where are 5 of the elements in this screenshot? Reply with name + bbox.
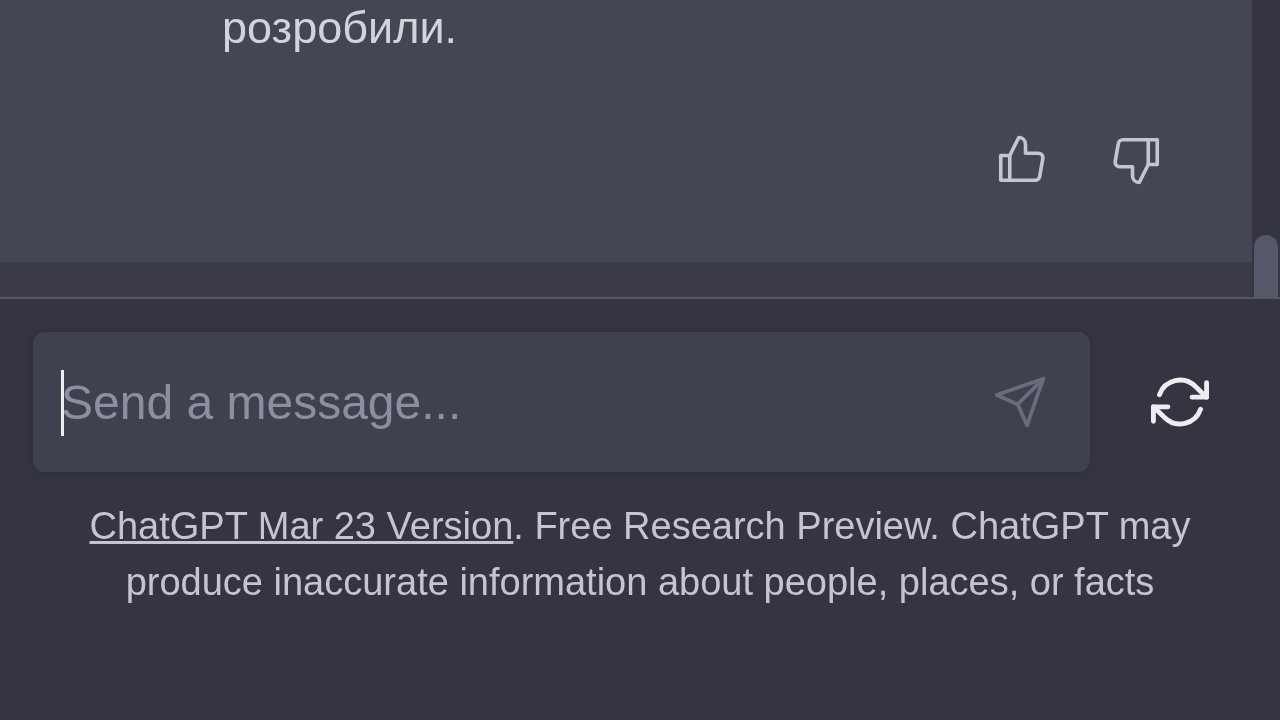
scrollbar-thumb[interactable] <box>1254 235 1278 297</box>
message-input[interactable]: Send a message... <box>33 332 1090 472</box>
version-link[interactable]: ChatGPT Mar 23 Version <box>89 505 514 547</box>
disclaimer-text: ChatGPT Mar 23 Version. Free Research Preview. ChatGPT may produce inaccurate information about people, places, or facts <box>88 504 1192 605</box>
message-text: розробили. <box>221 1 459 55</box>
